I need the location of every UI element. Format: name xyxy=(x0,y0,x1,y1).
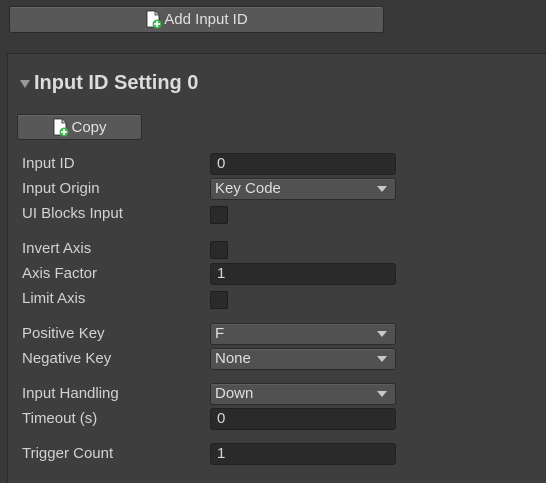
add-input-id-label: Add Input ID xyxy=(164,11,248,28)
foldout-arrow-icon xyxy=(20,80,30,88)
positive-key-label: Positive Key xyxy=(22,325,105,342)
copy-button[interactable]: Copy xyxy=(17,114,142,140)
copy-button-content: Copy xyxy=(52,118,107,137)
input-id-field[interactable]: 0 xyxy=(210,153,396,175)
limit-axis-checkbox[interactable] xyxy=(210,291,228,309)
section-title: Input ID Setting 0 xyxy=(34,72,199,94)
chevron-down-icon xyxy=(377,356,387,362)
input-handling-value: Down xyxy=(215,385,254,402)
positive-key-value: F xyxy=(215,325,225,342)
trigger-count-field[interactable]: 1 xyxy=(210,443,396,465)
input-origin-label: Input Origin xyxy=(22,180,100,197)
negative-key-dropdown[interactable]: None xyxy=(210,348,396,370)
axis-factor-field[interactable]: 1 xyxy=(210,263,396,285)
input-handling-dropdown[interactable]: Down xyxy=(210,383,396,405)
document-plus-icon xyxy=(146,10,162,29)
axis-factor-label: Axis Factor xyxy=(22,265,98,282)
invert-axis-label: Invert Axis xyxy=(22,240,92,257)
timeout-field[interactable]: 0 xyxy=(210,408,396,430)
chevron-down-icon xyxy=(377,186,387,192)
add-input-id-button[interactable]: Add Input ID xyxy=(9,6,384,33)
input-origin-dropdown[interactable]: Key Code xyxy=(210,178,396,200)
positive-key-dropdown[interactable]: F xyxy=(210,323,396,345)
inspector-window: Add Input ID Input ID Setting 0 Copy Inp… xyxy=(0,0,546,483)
negative-key-value: None xyxy=(215,350,251,367)
chevron-down-icon xyxy=(377,331,387,337)
timeout-label: Timeout (s) xyxy=(22,410,98,427)
chevron-down-icon xyxy=(377,391,387,397)
ui-blocks-input-checkbox[interactable] xyxy=(210,206,228,224)
ui-blocks-input-label: UI Blocks Input xyxy=(22,205,123,222)
limit-axis-label: Limit Axis xyxy=(22,290,86,307)
trigger-count-label: Trigger Count xyxy=(22,445,114,462)
input-id-label: Input ID xyxy=(22,155,75,172)
input-origin-value: Key Code xyxy=(215,180,281,197)
negative-key-label: Negative Key xyxy=(22,350,112,367)
invert-axis-checkbox[interactable] xyxy=(210,241,228,259)
copy-label: Copy xyxy=(71,118,107,136)
document-plus-icon xyxy=(54,118,69,136)
input-handling-label: Input Handling xyxy=(22,385,119,402)
input-id-setting-foldout[interactable]: Input ID Setting 0 xyxy=(20,72,198,95)
add-input-id-button-content: Add Input ID xyxy=(145,10,248,29)
